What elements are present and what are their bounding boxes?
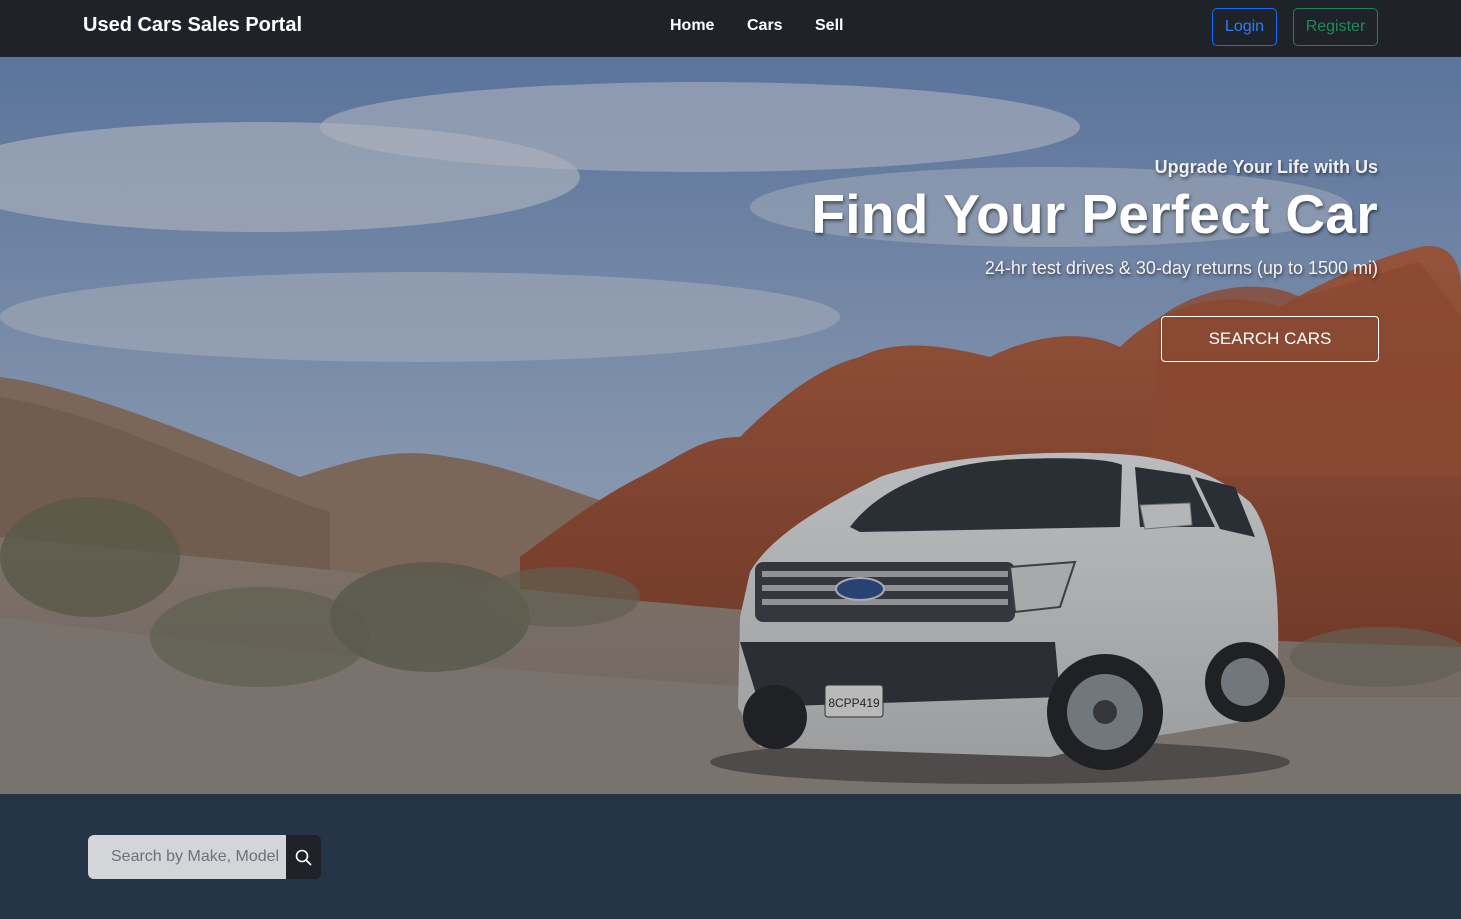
search-section (0, 794, 1461, 919)
hero-subtitle: 24-hr test drives & 30-day returns (up t… (984, 258, 1378, 278)
search-cars-button[interactable]: SEARCH CARS (1161, 316, 1379, 362)
search-input[interactable] (88, 835, 286, 879)
login-button[interactable]: Login (1212, 8, 1277, 46)
nav-link-sell[interactable]: Sell (815, 17, 843, 35)
hero-text-block: Upgrade Your Life with Us Find Your Perf… (811, 157, 1378, 279)
nav-link-cars[interactable]: Cars (747, 17, 783, 35)
hero-kicker: Upgrade Your Life with Us (1154, 157, 1378, 177)
search-bar (88, 835, 321, 879)
search-button[interactable] (286, 835, 321, 879)
hero-section: 8CPP419 Upgrade Your Life with Us Find Y… (0, 57, 1461, 794)
navbar: Used Cars Sales Portal Home Cars Sell Lo… (0, 0, 1461, 57)
register-button[interactable]: Register (1293, 8, 1378, 46)
nav-link-home[interactable]: Home (670, 17, 714, 35)
hero-title: Find Your Perfect Car (811, 183, 1378, 245)
brand-title[interactable]: Used Cars Sales Portal (83, 14, 302, 37)
search-icon (295, 849, 312, 865)
